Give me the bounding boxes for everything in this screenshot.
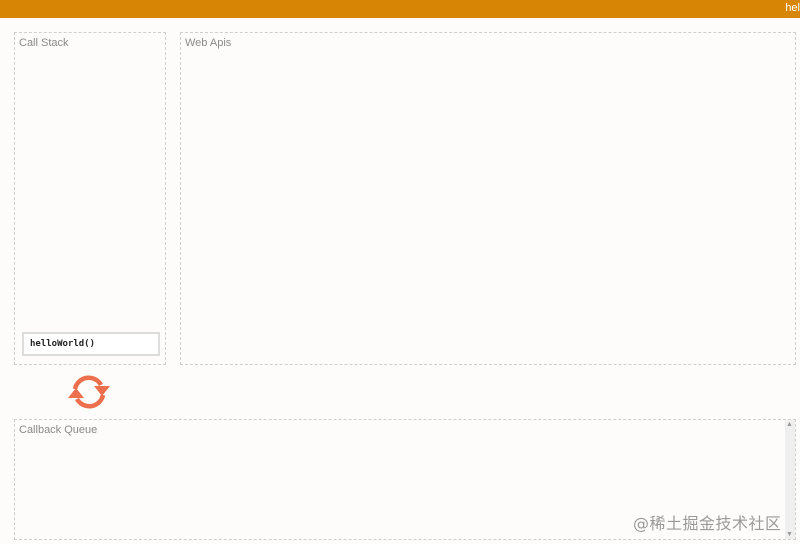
stack-frame: helloWorld() xyxy=(22,332,160,356)
call-stack-title: Call Stack xyxy=(19,37,69,49)
web-apis-panel: Web Apis xyxy=(180,32,796,365)
callback-queue-title: Callback Queue xyxy=(19,424,98,436)
scrollbar[interactable]: ▲ ▼ xyxy=(785,420,795,539)
watermark: @稀土掘金技术社区 xyxy=(633,514,782,533)
header-title: hel xyxy=(785,2,800,14)
scroll-down-icon[interactable]: ▼ xyxy=(786,531,793,538)
top-bar: hel xyxy=(0,0,800,18)
web-apis-title: Web Apis xyxy=(185,37,232,49)
refresh-icon xyxy=(66,372,112,412)
scroll-up-icon[interactable]: ▲ xyxy=(786,421,793,428)
call-stack-panel: Call Stack helloWorld() xyxy=(14,32,166,365)
